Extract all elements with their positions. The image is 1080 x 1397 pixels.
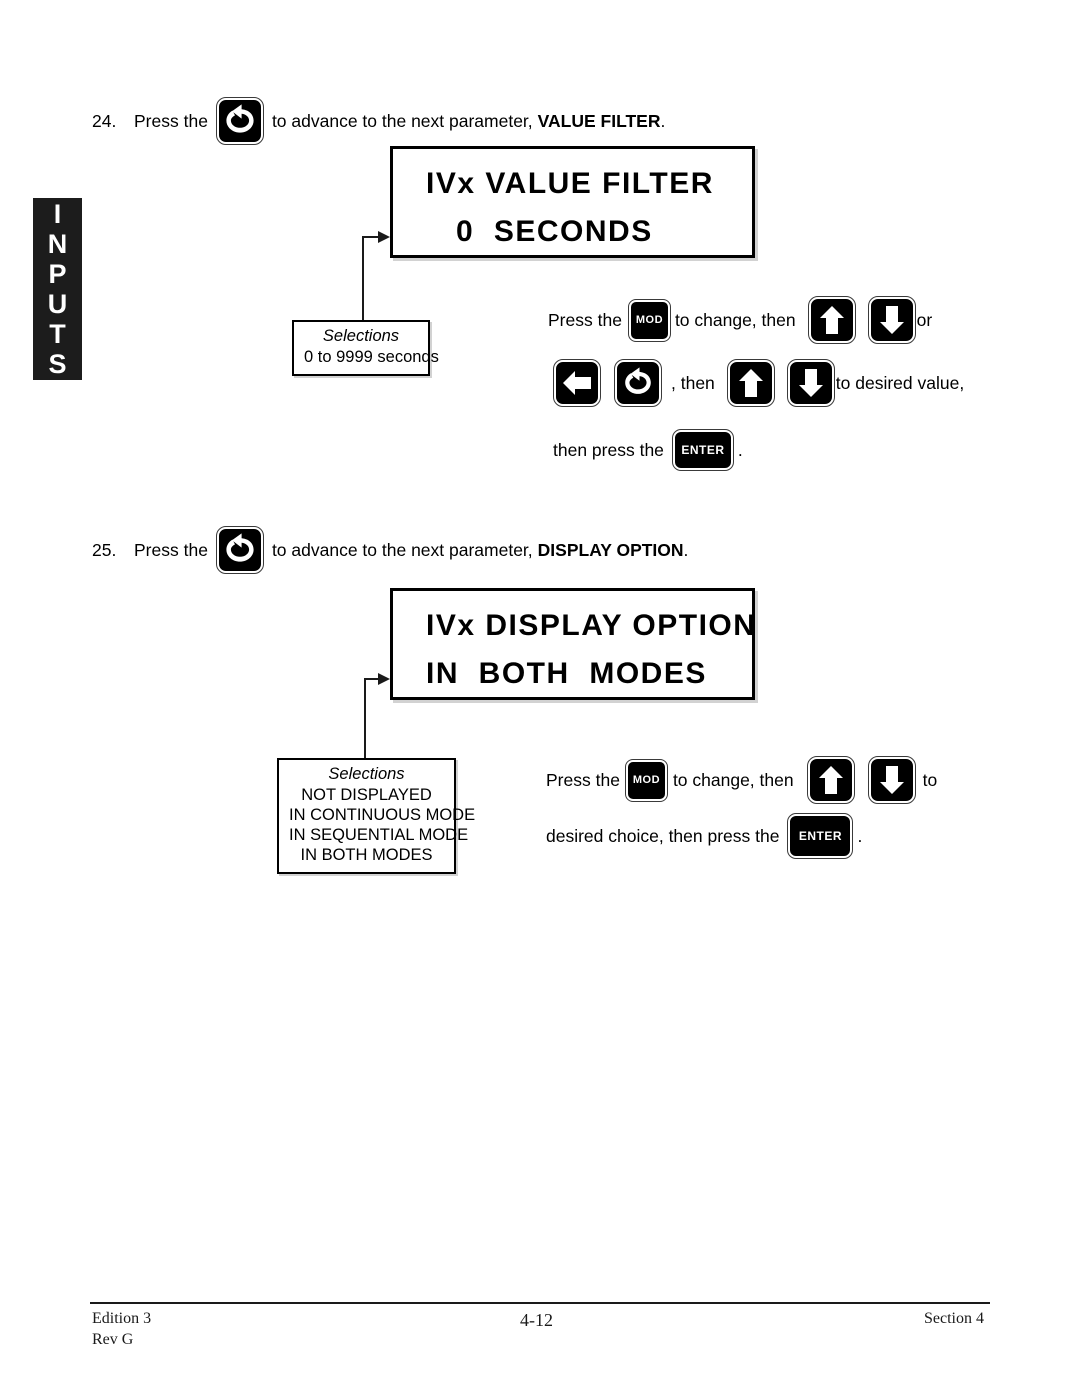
advance-loop-icon [226,104,254,133]
step-period: . [660,110,666,131]
arrow-up-icon [738,369,763,397]
step-parameter-name: DISPLAY OPTION [537,539,684,560]
callout-option: IN CONTINUOUS MODE [289,806,476,824]
instruction-text: to change, then [674,309,796,330]
step-number: 24. [92,110,117,131]
arrow-up-icon [819,306,844,334]
side-tab-letter: I [53,199,62,229]
mod-button-label: MOD [632,774,661,786]
section-tab-inputs: I N P U T S [33,198,82,380]
enter-button[interactable]: ENTER [787,813,854,859]
arrow-left-icon [563,371,591,395]
footer-revision: Rev G [92,1331,134,1348]
down-arrow-button[interactable] [867,296,916,344]
side-tab-letter: P [48,259,67,289]
callout-option: IN SEQUENTIAL MODE [289,826,469,844]
footer-section: Section 4 [924,1310,984,1327]
footer-edition: Edition 3 [92,1310,152,1327]
mod-button[interactable]: MOD [627,298,671,342]
instruction-text: . [737,439,743,460]
advance-loop-icon [625,367,651,394]
advance-loop-icon-button[interactable] [215,97,264,145]
callout-title: Selections [328,765,405,783]
side-tab-letter: S [48,349,67,379]
down-arrow-button[interactable] [786,359,835,407]
callout-leader-line-1 [362,236,364,320]
advance-loop-icon [226,533,254,562]
enter-button[interactable]: ENTER [671,429,734,471]
enter-button-label: ENTER [681,443,725,457]
callout-title: Selections [322,327,400,345]
lcd-line-1: IVx VALUE FILTER [426,167,714,200]
down-arrow-button[interactable] [867,756,916,804]
side-tab-letter: T [49,319,66,349]
instruction-line-1c: then press the ENTER . [553,428,743,472]
instruction-text: . [857,825,863,846]
instruction-line-2b: desired choice, then press the ENTER . [546,812,862,860]
callout-option: NOT DISPLAYED [301,786,432,804]
step-parameter-name: VALUE FILTER [537,110,661,131]
advance-loop-icon-button[interactable] [215,526,264,574]
left-arrow-button[interactable] [553,359,601,407]
instruction-text: , then [671,372,715,393]
step-text-before: Press the [134,110,208,131]
instruction-text: then press the [553,439,664,460]
callout-option: 0 to 9999 seconds [304,348,439,366]
instruction-text: Press the [546,769,620,790]
callout-option: IN BOTH MODES [300,846,433,864]
lcd-display-value-filter: IVx VALUE FILTER 0 SECONDS [390,146,755,258]
instruction-text: to [922,769,938,790]
step-24: 24. Press the to advance to the next par… [92,97,666,145]
up-arrow-button[interactable] [726,359,775,407]
mod-button-label: MOD [635,314,664,326]
instruction-line-1a: Press the MOD to change, then or [548,296,933,344]
advance-loop-button[interactable] [614,359,662,407]
selections-callout-value-filter: Selections 0 to 9999 seconds [292,320,439,376]
selections-callout-display-option: Selections NOT DISPLAYED IN CONTINUOUS M… [277,758,476,874]
instruction-text: desired choice, then press the [546,825,780,846]
step-number: 25. [92,539,117,560]
step-text-before: Press the [134,539,208,560]
lcd-line-2: IN BOTH MODES [426,657,707,690]
up-arrow-button[interactable] [806,756,855,804]
instruction-text: to desired value, [835,372,965,393]
lcd-line-2: 0 SECONDS [456,215,653,248]
instruction-text: or [916,309,933,330]
up-arrow-button[interactable] [807,296,856,344]
instruction-line-1b: , then to desired value, [553,359,965,407]
enter-button-label: ENTER [798,829,843,843]
arrow-down-icon [879,766,904,794]
instruction-line-2a: Press the MOD to change, then to [546,755,937,805]
lcd-line-1: IVx DISPLAY OPTION [426,609,757,642]
mod-button[interactable]: MOD [624,758,668,802]
arrow-down-icon [798,369,823,397]
step-text-after: to advance to the next parameter, [271,110,533,131]
arrow-down-icon [879,306,904,334]
step-text-after: to advance to the next parameter, [271,539,533,560]
step-25: 25. Press the to advance to the next par… [92,526,689,574]
footer-page-number: 4-12 [520,1310,553,1330]
side-tab-letter: N [47,229,68,259]
instruction-text: to change, then [672,769,794,790]
instruction-text: Press the [548,309,622,330]
side-tab-letter: U [47,289,68,319]
footer-divider [90,1302,990,1304]
lcd-display-display-option: IVx DISPLAY OPTION IN BOTH MODES [390,588,755,700]
callout-leader-arrowhead-2 [378,673,390,685]
step-period: . [683,539,689,560]
callout-leader-line-2 [364,678,366,758]
arrow-up-icon [818,766,843,794]
callout-leader-arrowhead-1 [378,231,390,243]
